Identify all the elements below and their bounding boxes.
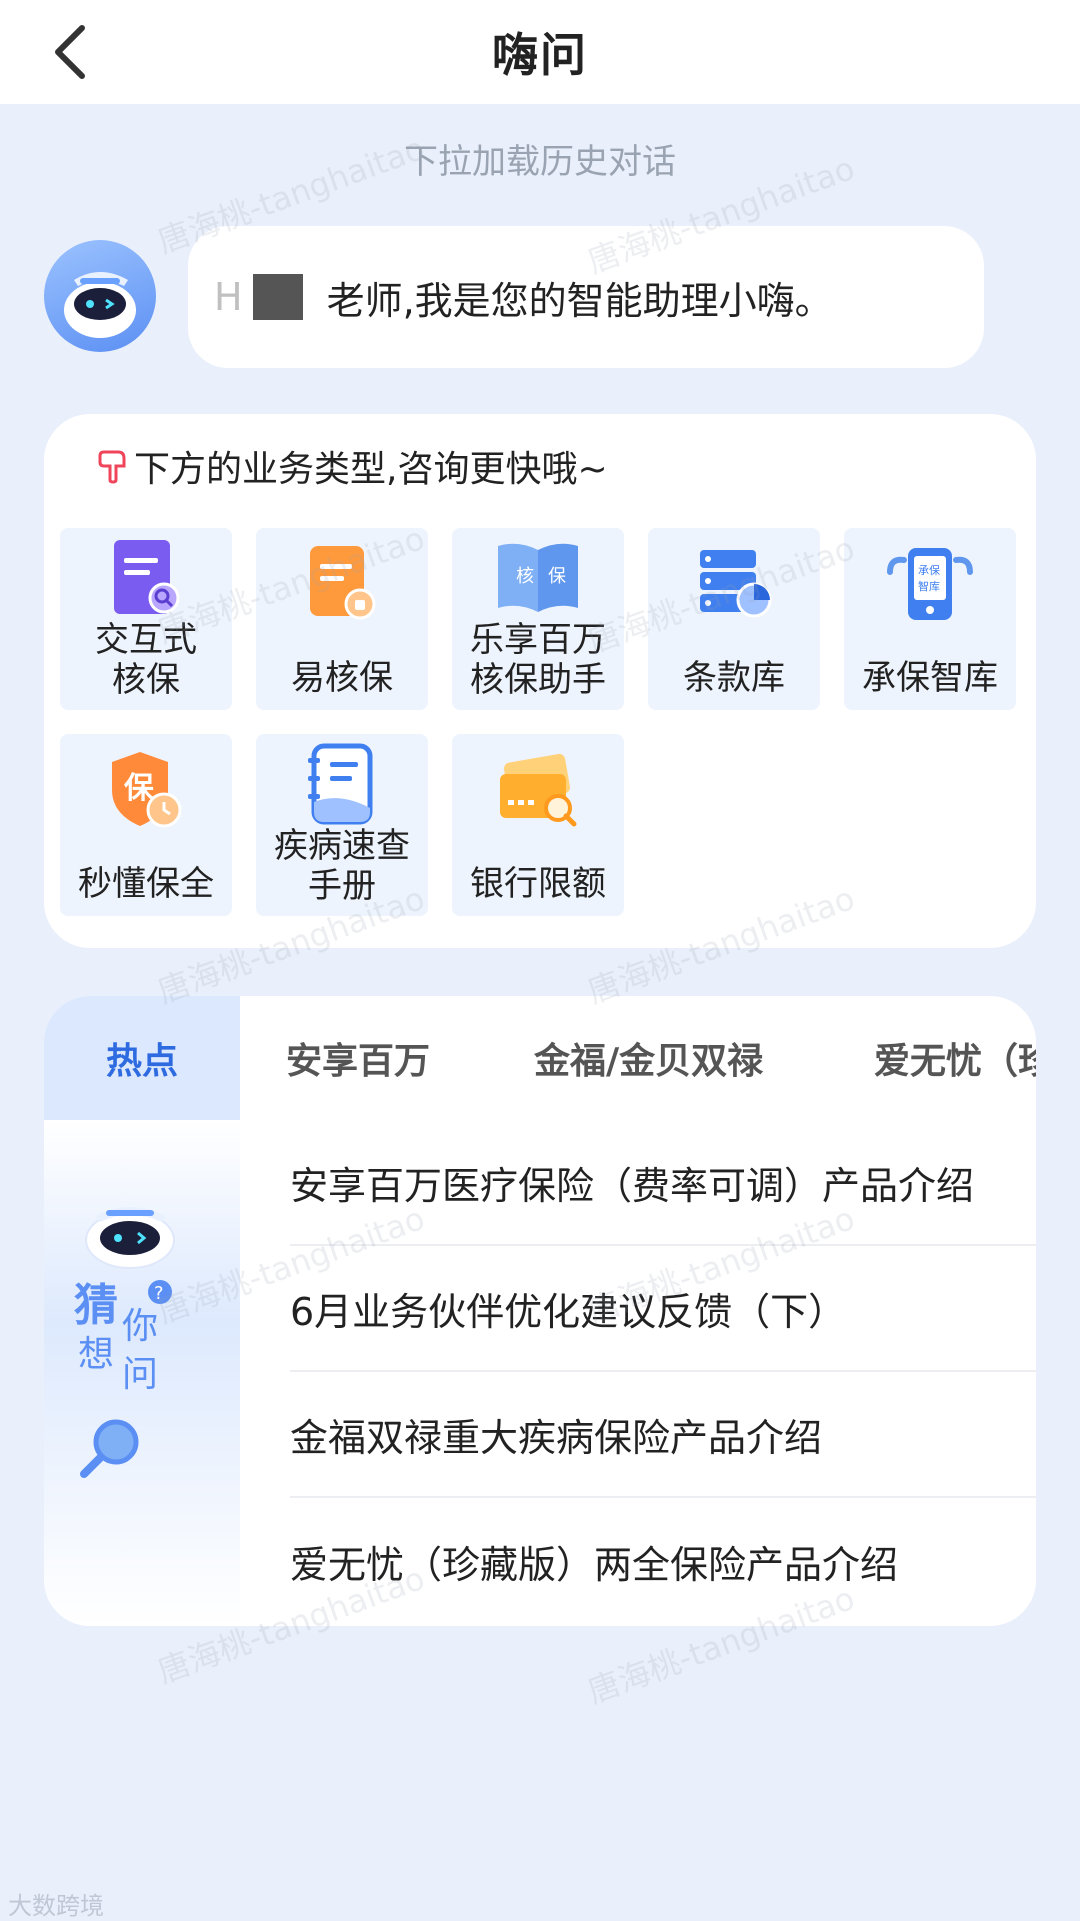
svg-text:猜: 猜 [74,1280,118,1331]
greeting-bubble: H 老师,我是您的智能助理小嗨。 [188,226,984,368]
database-chart-icon [686,536,782,632]
tile-bank-limit[interactable]: 银行限额 [452,734,624,916]
top-bar: 嗨问 [0,0,1080,104]
magnifier-icon [80,1419,139,1478]
tile-label: 银行限额 [470,864,606,904]
document-search-icon [98,536,194,620]
tile-label: 条款库 [683,658,785,698]
tile-easy-underwriting[interactable]: 易核保 [256,528,428,710]
faq-item[interactable]: 金福双禄重大疾病保险产品介绍 [290,1372,1036,1498]
faq-item[interactable]: 6月业务伙伴优化建议反馈（下） [290,1246,1036,1372]
tile-label: 秒懂保全 [78,864,214,904]
pointing-down-icon [98,450,126,484]
svg-text:想: 想 [78,1334,114,1375]
tile-disease-handbook[interactable]: 疾病速查 手册 [256,734,428,916]
tile-policy-service[interactable]: 保 秒懂保全 [60,734,232,916]
faq-card: 热点 安享百万 金福/金贝双禄 爱无忧（珍 ? 猜 你 想 问 [44,996,1036,1626]
tile-label: 承保智库 [862,658,998,698]
tile-interactive-underwriting[interactable]: 交互式 核保 [60,528,232,710]
tile-clause-library[interactable]: 条款库 [648,528,820,710]
tile-lexiang-underwriting-assistant[interactable]: 核 保 乐享百万 核保助手 [452,528,624,710]
back-button[interactable] [40,18,100,86]
business-heading: 下方的业务类型,咨询更快哦~ [96,440,608,492]
redacted-name [252,274,303,320]
source-watermark: 大数跨境 [8,1892,104,1920]
tile-label: 乐享百万 核保助手 [470,620,606,700]
chevron-left-icon [55,25,85,79]
notebook-icon [294,742,390,826]
svg-text:你: 你 [122,1306,158,1347]
tile-underwriting-library[interactable]: 承保 智库 承保智库 [844,528,1016,710]
tile-label: 交互式 核保 [95,620,197,700]
svg-text:核: 核 [516,566,534,587]
business-type-card: 下方的业务类型,咨询更快哦~ 交互式 核保 易核保 核 保 乐享百万 核保助手 … [44,414,1036,948]
tab-aiwuyou[interactable]: 爱无忧（珍 [874,996,1036,1120]
tab-hot[interactable]: 热点 [44,996,240,1120]
document-stamp-icon [294,536,390,632]
guess-you-ask-panel: ? 猜 你 想 问 [44,1120,240,1626]
page-title: 嗨问 [492,28,588,82]
tab-anxiang-baiwan[interactable]: 安享百万 [286,996,430,1120]
svg-text:承保: 承保 [918,563,940,577]
svg-text:问: 问 [122,1354,158,1395]
history-load-hint[interactable]: 下拉加载历史对话 [0,134,1080,183]
card-search-icon [490,742,586,838]
greeting-text: 老师,我是您的智能助理小嗨。 [326,278,833,323]
book-icon: 核 保 [490,536,586,620]
faq-item[interactable]: 爱无忧（珍藏版）两全保险产品介绍 [290,1498,1036,1624]
user-name-partial: H [214,275,243,319]
tile-label: 易核保 [291,658,393,698]
faq-tabs: 热点 安享百万 金福/金贝双禄 爱无忧（珍 [44,996,1036,1120]
svg-text:?: ? [154,1283,164,1304]
shield-clock-icon: 保 [98,742,194,838]
tab-jinfu-jinbei[interactable]: 金福/金贝双禄 [534,996,763,1120]
tile-label: 疾病速查 手册 [274,826,410,906]
svg-text:智库: 智库 [918,579,940,593]
faq-item[interactable]: 安享百万医疗保险（费率可调）产品介绍 [290,1120,1036,1246]
robot-icon [85,1207,175,1269]
svg-text:保: 保 [548,566,566,587]
assistant-avatar [44,240,156,352]
phone-library-icon: 承保 智库 [882,536,978,632]
